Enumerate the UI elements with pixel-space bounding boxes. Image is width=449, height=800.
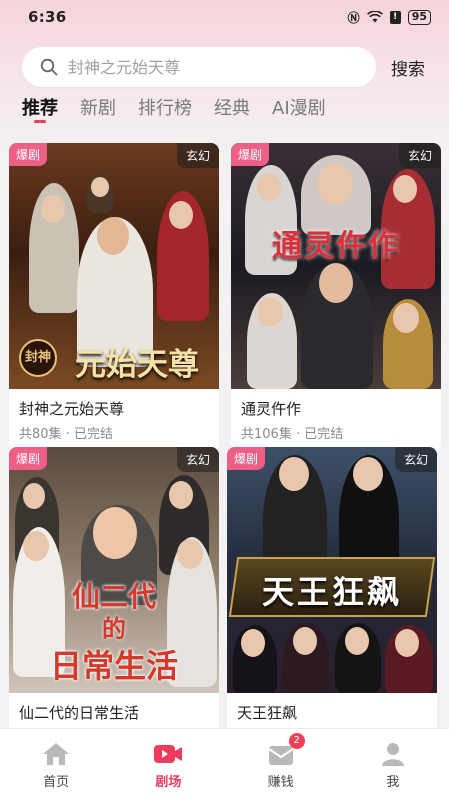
poster-title-art: 天王狂飙 (261, 573, 402, 611)
genre-badge: 玄幻 (176, 447, 219, 472)
hot-badge: 爆剧 (9, 447, 48, 470)
hot-badge: 爆剧 (231, 143, 270, 166)
nav-earn-label: 赚钱 (267, 775, 294, 790)
user-icon (381, 743, 404, 766)
category-tabs: 推荐 新剧 排行榜 经典 AI漫剧 (22, 94, 326, 128)
drama-title: 封神之元始天尊 (19, 400, 125, 418)
home-icon (43, 743, 70, 765)
battery-indicator: 95 (407, 9, 431, 25)
drama-poster: 天王狂飙 (227, 447, 437, 693)
video-icon (154, 745, 183, 763)
search-input[interactable] (68, 57, 328, 77)
status-bar: 6:36 Ⓝ ! 95 (0, 0, 449, 34)
notification-badge: 2 (288, 733, 305, 749)
tab-new[interactable]: 新剧 (80, 94, 116, 120)
genre-badge: 玄幻 (176, 143, 219, 168)
tab-ranking[interactable]: 排行榜 (138, 94, 192, 120)
drama-title: 通灵仵作 (241, 400, 302, 418)
search-button[interactable]: 搜索 (391, 55, 425, 80)
search-icon (40, 58, 58, 76)
drama-title: 仙二代的日常生活 (19, 704, 140, 722)
poster-title-line-2: 的 (102, 614, 126, 643)
tab-classic[interactable]: 经典 (214, 94, 250, 120)
poster-seal: 封神 (19, 339, 57, 377)
genre-badge: 玄幻 (394, 447, 437, 472)
tab-recommend[interactable]: 推荐 (22, 94, 58, 123)
nav-me[interactable]: 我 (337, 729, 449, 800)
genre-badge: 玄幻 (398, 143, 441, 168)
nav-me-label: 我 (386, 775, 400, 790)
search-row: 搜索 (22, 46, 442, 88)
alert-icon: ! (389, 10, 401, 24)
tab-ai-comic[interactable]: AI漫剧 (272, 94, 326, 120)
search-box[interactable] (22, 47, 376, 87)
poster-title-art: 通灵仵作 (272, 229, 400, 264)
drama-poster: 仙二代 的 日常生活 (9, 447, 219, 693)
nfc-icon: Ⓝ (347, 10, 360, 25)
drama-title: 天王狂飙 (237, 704, 298, 722)
status-time: 6:36 (28, 8, 67, 26)
nav-home-label: 首页 (43, 775, 70, 790)
drama-poster: 封神 元始天尊 (9, 143, 219, 389)
drama-card[interactable]: 仙二代 的 日常生活 爆剧 玄幻 仙二代的日常生活 (9, 447, 219, 728)
drama-grid: 封神 元始天尊 爆剧 玄幻 封神之元始天尊 共80集 · 已完结 通灵仵作 爆剧… (0, 140, 449, 728)
bottom-nav: 首页 剧场 2 赚钱 我 (0, 728, 449, 800)
drama-poster: 通灵仵作 (231, 143, 441, 389)
nav-theater[interactable]: 剧场 (112, 729, 224, 800)
nav-home[interactable]: 首页 (0, 729, 112, 800)
drama-card[interactable]: 通灵仵作 爆剧 玄幻 通灵仵作 共106集 · 已完结 (231, 143, 441, 452)
poster-title-line-3: 日常生活 (49, 647, 178, 685)
poster-title-art: 元始天尊 (75, 347, 199, 383)
hot-badge: 爆剧 (227, 447, 266, 470)
wifi-icon (366, 11, 383, 23)
drama-card[interactable]: 封神 元始天尊 爆剧 玄幻 封神之元始天尊 共80集 · 已完结 (9, 143, 219, 452)
status-icons: Ⓝ ! 95 (348, 9, 431, 26)
nav-earn[interactable]: 2 赚钱 (225, 729, 337, 800)
drama-card[interactable]: 天王狂飙 爆剧 玄幻 天王狂飙 (227, 447, 437, 728)
nav-theater-label: 剧场 (155, 775, 182, 790)
hot-badge: 爆剧 (9, 143, 48, 166)
